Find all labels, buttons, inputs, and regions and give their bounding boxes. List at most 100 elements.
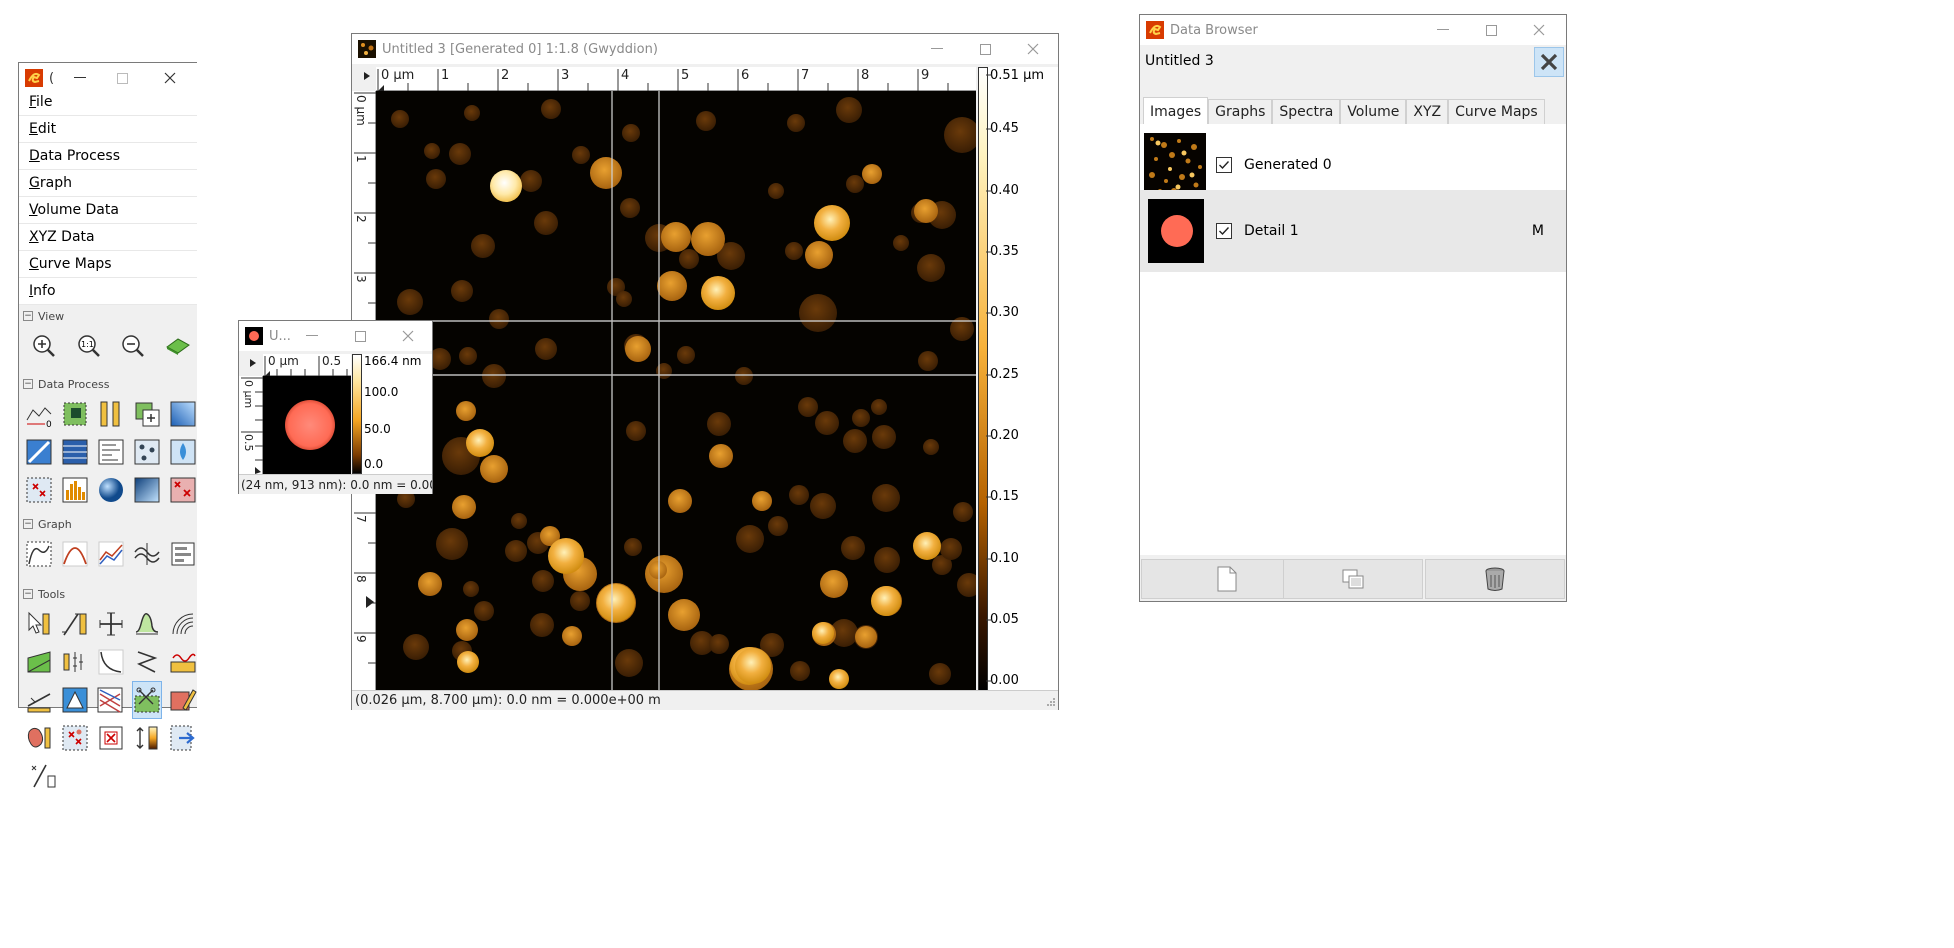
maximize-icon[interactable] bbox=[337, 321, 383, 351]
tab-spectra[interactable]: Spectra bbox=[1272, 99, 1341, 125]
close-icon[interactable] bbox=[1516, 15, 1562, 45]
visibility-checkbox[interactable] bbox=[1216, 223, 1232, 239]
minimize-icon[interactable] bbox=[1420, 15, 1466, 45]
tab-curve-maps[interactable]: Curve Maps bbox=[1448, 99, 1545, 125]
detail-color-scale-bar[interactable] bbox=[352, 354, 362, 474]
histogram-icon[interactable] bbox=[61, 471, 90, 509]
data-window-titlebar[interactable]: Untitled 3 [Generated 0] 1:1.8 (Gwyddion… bbox=[352, 34, 1058, 64]
graph-curves-icon[interactable] bbox=[97, 535, 126, 573]
checkmark-icon bbox=[1219, 161, 1230, 170]
x-tick-label: 2 bbox=[501, 68, 510, 83]
ruler-corner-arrow-icon[interactable] bbox=[249, 358, 257, 368]
menu-edit[interactable]: Edit bbox=[19, 116, 197, 143]
crop-icon[interactable] bbox=[132, 395, 161, 433]
radial-profile-icon[interactable] bbox=[168, 605, 197, 643]
graph-cut-icon[interactable] bbox=[132, 535, 161, 573]
grains-icon[interactable] bbox=[132, 433, 161, 471]
zoom-1-1-icon[interactable]: 1:1 bbox=[70, 327, 108, 365]
line-fit-icon[interactable] bbox=[97, 643, 126, 681]
ruler-scale-icon[interactable] bbox=[97, 395, 126, 433]
sphere-icon[interactable] bbox=[97, 471, 126, 509]
profile-tool-icon[interactable] bbox=[97, 605, 126, 643]
distance-tool-icon[interactable] bbox=[61, 605, 90, 643]
roughness-tool-icon[interactable] bbox=[25, 643, 54, 681]
detail-image-canvas[interactable] bbox=[263, 376, 351, 474]
filter-icon[interactable] bbox=[97, 433, 126, 471]
tab-xyz[interactable]: XYZ bbox=[1406, 99, 1449, 125]
toolbox-window: ( File Edit Data Process Graph Volume Da… bbox=[18, 62, 197, 788]
spot-remove-icon[interactable] bbox=[61, 719, 90, 757]
path-level-icon[interactable] bbox=[96, 681, 125, 719]
zoom-out-icon[interactable] bbox=[115, 327, 153, 365]
collapse-icon[interactable]: − bbox=[23, 311, 33, 321]
fix-zero-icon[interactable]: 0 bbox=[25, 395, 54, 433]
close-icon[interactable] bbox=[385, 321, 431, 351]
stats-tool-icon[interactable] bbox=[61, 643, 90, 681]
menu-file[interactable]: File bbox=[19, 89, 197, 116]
x-tick-label: 0 µm bbox=[381, 68, 415, 83]
ruler-corner-arrow-icon[interactable] bbox=[362, 71, 372, 81]
section-graph[interactable]: − Graph bbox=[19, 513, 197, 535]
data-image-canvas[interactable] bbox=[376, 91, 976, 691]
lines-icon[interactable] bbox=[61, 433, 90, 471]
visibility-checkbox[interactable] bbox=[1216, 157, 1232, 173]
graph-peak-icon[interactable] bbox=[61, 535, 90, 573]
remove-spots-icon[interactable] bbox=[168, 471, 197, 509]
minimize-icon[interactable] bbox=[914, 34, 960, 64]
collapse-icon[interactable]: − bbox=[23, 589, 33, 599]
menu-curve-maps[interactable]: Curve Maps bbox=[19, 251, 197, 278]
remove-mask-icon[interactable] bbox=[97, 719, 126, 757]
level-icon[interactable] bbox=[61, 395, 90, 433]
maximize-icon[interactable] bbox=[1468, 15, 1514, 45]
selection-manager-icon[interactable] bbox=[168, 719, 197, 757]
3d-view-icon[interactable] bbox=[159, 327, 197, 365]
polygon-tool-icon[interactable] bbox=[61, 681, 90, 719]
measure-tool-icon[interactable] bbox=[168, 643, 197, 681]
gradient-icon[interactable] bbox=[168, 395, 197, 433]
data-window-title: Untitled 3 [Generated 0] 1:1.8 (Gwyddion… bbox=[382, 41, 658, 57]
mark-defects-icon[interactable] bbox=[25, 471, 54, 509]
minimize-icon[interactable] bbox=[289, 321, 335, 351]
section-tools[interactable]: − Tools bbox=[19, 583, 197, 605]
menu-xyz-data[interactable]: XYZ Data bbox=[19, 224, 197, 251]
menu-volume-data[interactable]: Volume Data bbox=[19, 197, 197, 224]
line-correct-icon[interactable] bbox=[25, 757, 63, 795]
zoom-in-icon[interactable] bbox=[25, 327, 63, 365]
spectro-tool-icon[interactable] bbox=[132, 605, 161, 643]
maximize-icon[interactable] bbox=[962, 34, 1008, 64]
collapse-icon[interactable]: − bbox=[23, 519, 33, 529]
pointer-tool-icon[interactable] bbox=[25, 605, 54, 643]
section-data-process[interactable]: − Data Process bbox=[19, 373, 197, 395]
rotate-icon[interactable] bbox=[25, 433, 54, 471]
data-browser-tabs: Images Graphs Spectra Volume XYZ Curve M… bbox=[1143, 97, 1545, 125]
section-view[interactable]: − View bbox=[19, 305, 197, 327]
x-tick-label: 5 bbox=[681, 68, 690, 83]
grain-remove-icon[interactable] bbox=[25, 719, 54, 757]
resize-grip-icon[interactable] bbox=[1046, 697, 1056, 707]
mask-editor-icon[interactable] bbox=[169, 681, 198, 719]
crop-tool-icon[interactable] bbox=[131, 681, 162, 719]
data-browser-titlebar[interactable]: Data Browser bbox=[1140, 15, 1566, 45]
list-item[interactable]: Detail 1 M bbox=[1140, 190, 1566, 272]
watershed-icon[interactable] bbox=[168, 433, 197, 471]
duplicate-channel-button[interactable] bbox=[1283, 559, 1423, 599]
tab-images[interactable]: Images bbox=[1143, 97, 1209, 125]
edit-tool-icon[interactable] bbox=[25, 681, 54, 719]
collapse-icon[interactable]: − bbox=[23, 379, 33, 389]
color-range-icon[interactable] bbox=[132, 719, 161, 757]
graph-fit-icon[interactable] bbox=[25, 535, 54, 573]
close-file-button[interactable] bbox=[1534, 47, 1564, 77]
delete-channel-button[interactable] bbox=[1425, 559, 1565, 599]
menu-data-process[interactable]: Data Process bbox=[19, 143, 197, 170]
curve-tool-icon[interactable] bbox=[132, 643, 161, 681]
tab-volume[interactable]: Volume bbox=[1340, 99, 1407, 125]
menu-info[interactable]: Info bbox=[19, 278, 197, 305]
close-icon[interactable] bbox=[1010, 34, 1056, 64]
menu-graph[interactable]: Graph bbox=[19, 170, 197, 197]
tilt-icon[interactable] bbox=[132, 471, 161, 509]
detail-thumbnail-icon bbox=[245, 327, 263, 345]
detail-window-titlebar[interactable]: U... bbox=[239, 321, 432, 351]
tab-graphs[interactable]: Graphs bbox=[1208, 99, 1273, 125]
scale-label: 100.0 bbox=[364, 385, 399, 399]
graph-export-icon[interactable] bbox=[168, 535, 197, 573]
